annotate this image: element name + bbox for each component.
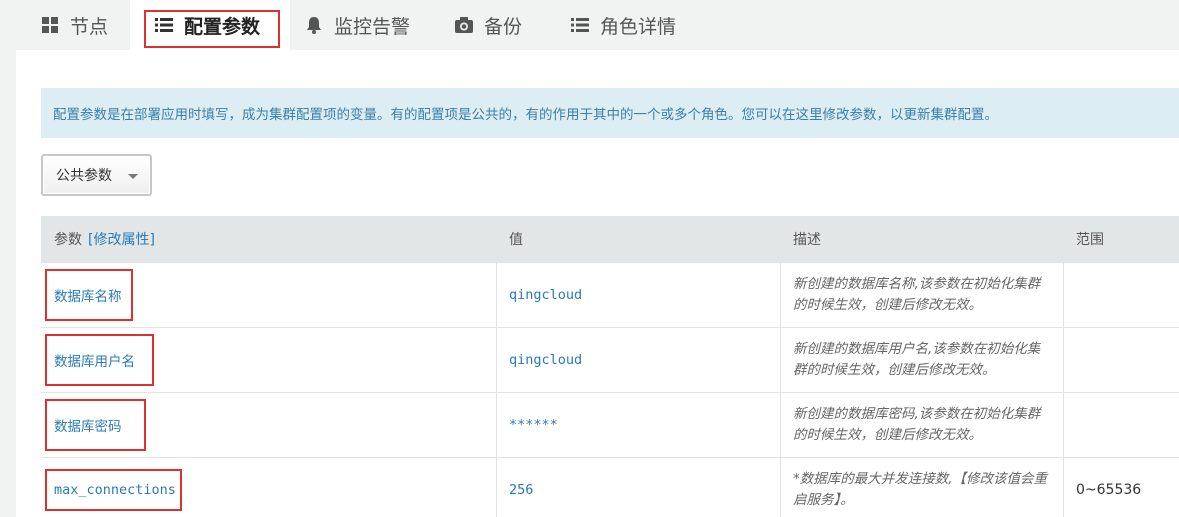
param-value[interactable]: qingcloud xyxy=(509,287,582,303)
tab-label: 监控告警 xyxy=(334,15,411,38)
highlight-box xyxy=(45,399,146,451)
tab-label: 备份 xyxy=(484,15,523,38)
table-row: 数据库名称 qingcloud 新创建的数据库名称,该参数在初始化集群的时候生效… xyxy=(41,262,1179,327)
param-name[interactable]: 数据库名称 xyxy=(45,269,133,321)
table-row: max_connections 256 *数据库的最大并发连接数,【修改该值会重… xyxy=(41,457,1179,517)
tab-nodes[interactable]: 节点 xyxy=(40,0,108,50)
param-range: 0~65536 xyxy=(1076,482,1142,498)
header-value: 值 xyxy=(509,232,523,248)
table-header: 参数 [修改属性] 值 描述 范围 xyxy=(41,216,1179,262)
header-desc: 描述 xyxy=(793,232,821,248)
info-banner: 配置参数是在部署应用时填写，成为集群配置项的变量。有的配置项是公共的，有的作用于… xyxy=(41,88,1179,138)
param-value[interactable]: qingcloud xyxy=(509,352,582,368)
param-desc: 新创建的数据库密码,该参数在初始化集群的时候生效，创建后修改无效。 xyxy=(793,406,1041,443)
table-row: 数据库用户名 qingcloud 新创建的数据库用户名,该参数在初始化集群的时候… xyxy=(41,327,1179,392)
highlight-box xyxy=(144,10,280,48)
param-name[interactable]: max_connections xyxy=(45,469,182,511)
tab-backup[interactable]: 备份 xyxy=(454,0,522,50)
grid-icon xyxy=(40,15,60,35)
tab-label: 节点 xyxy=(70,15,109,38)
list-icon xyxy=(570,15,590,35)
content-panel: 配置参数是在部署应用时填写，成为集群配置项的变量。有的配置项是公共的，有的作用于… xyxy=(16,50,1179,517)
param-value[interactable]: ****** xyxy=(509,417,558,433)
modify-attributes-link[interactable]: [修改属性] xyxy=(88,229,155,249)
param-name[interactable]: 数据库密码 xyxy=(45,399,146,451)
param-group-select[interactable]: 公共参数 xyxy=(41,154,152,196)
param-value[interactable]: 256 xyxy=(509,482,533,498)
params-table: 参数 [修改属性] 值 描述 范围 数据库名称 qingcloud 新创建的数据… xyxy=(41,216,1179,517)
header-param: 参数 [修改属性] xyxy=(54,216,155,262)
tab-config-params[interactable]: 配置参数 xyxy=(130,0,290,50)
select-value: 公共参数 xyxy=(56,168,112,184)
highlight-box xyxy=(45,269,133,321)
param-desc: *数据库的最大并发连接数,【修改该值会重启服务】。 xyxy=(793,471,1048,508)
tab-bar: 节点 配置参数 监控告警 备份 角色详情 xyxy=(0,0,1179,50)
tab-role-details[interactable]: 角色详情 xyxy=(570,0,676,50)
param-desc: 新创建的数据库用户名,该参数在初始化集群的时候生效，创建后修改无效。 xyxy=(793,341,1041,378)
table-row: 数据库密码 ****** 新创建的数据库密码,该参数在初始化集群的时候生效，创建… xyxy=(41,392,1179,457)
caret-down-icon xyxy=(128,174,138,179)
header-range: 范围 xyxy=(1076,232,1104,248)
tab-monitoring-alerts[interactable]: 监控告警 xyxy=(304,0,410,50)
param-desc: 新创建的数据库名称,该参数在初始化集群的时候生效，创建后修改无效。 xyxy=(793,276,1041,313)
highlight-box xyxy=(45,334,154,386)
camera-icon xyxy=(454,15,474,35)
highlight-box xyxy=(45,469,182,511)
tab-label: 角色详情 xyxy=(600,15,677,38)
header-param-label: 参数 xyxy=(54,232,82,248)
bell-icon xyxy=(304,15,324,35)
param-name[interactable]: 数据库用户名 xyxy=(45,334,154,386)
